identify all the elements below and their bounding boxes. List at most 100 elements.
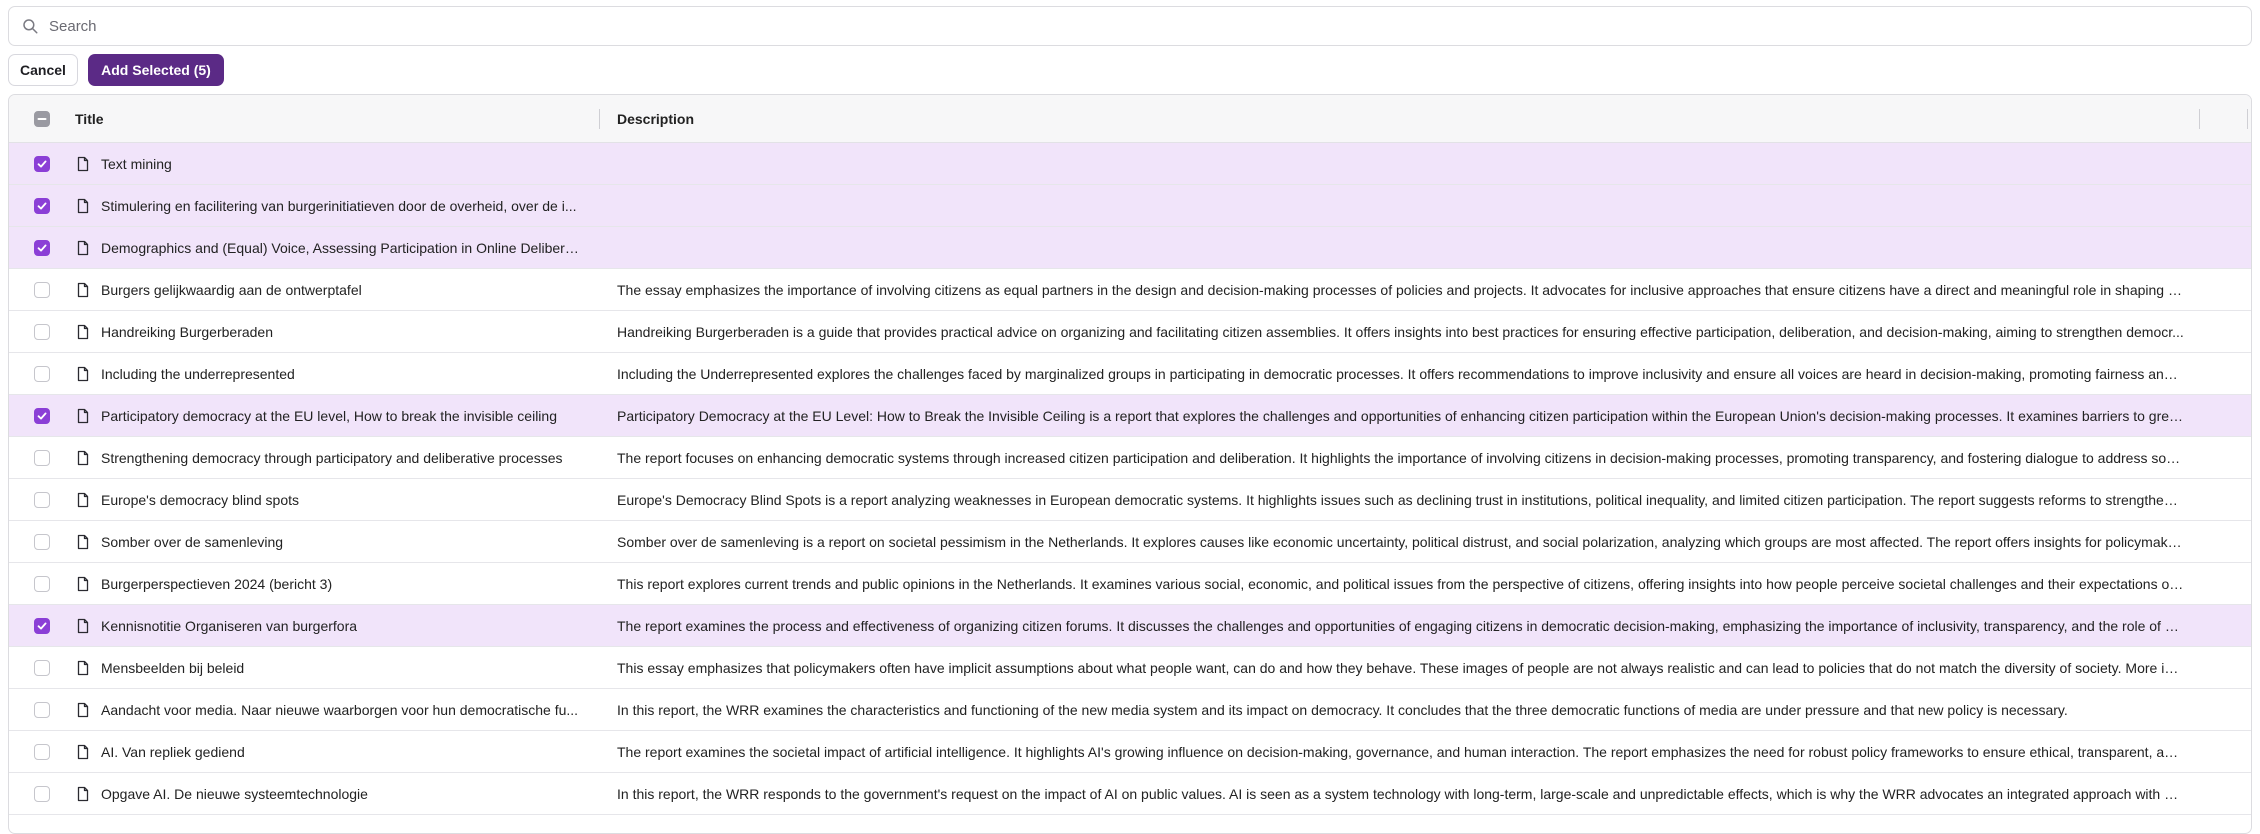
row-description: This essay emphasizes that policymakers …: [617, 659, 2199, 676]
check-icon: [37, 202, 47, 210]
row-title: Burgerperspectieven 2024 (bericht 3): [101, 575, 333, 592]
row-checkbox[interactable]: [34, 491, 50, 508]
row-checkbox[interactable]: [34, 785, 50, 802]
document-icon: [77, 324, 89, 339]
row-select-cell: [9, 395, 75, 436]
column-resize-handle-end[interactable]: [2247, 109, 2248, 129]
row-description: This report explores current trends and …: [617, 575, 2197, 592]
row-select-cell: [9, 689, 75, 730]
table-row[interactable]: Europe's democracy blind spots Europe's D…: [9, 479, 2251, 521]
document-icon: [77, 786, 89, 801]
row-title: Europe's democracy blind spots: [101, 491, 299, 508]
row-description: In this report, the WRR examines the cha…: [617, 701, 2068, 718]
table-row[interactable]: Aandacht voor media. Naar nieuwe waarbor…: [9, 689, 2251, 731]
row-select-cell: [9, 437, 75, 478]
table-row[interactable]: Burgerperspectieven 2024 (bericht 3) This…: [9, 563, 2251, 605]
column-resize-handle-description[interactable]: [2199, 109, 2200, 129]
title-cell: Opgave AI. De nieuwe systeemtechnologie: [75, 786, 599, 802]
row-checkbox[interactable]: [34, 155, 50, 172]
document-icon: [77, 702, 89, 717]
table-row[interactable]: Mensbeelden bij beleid This essay emphasi…: [9, 647, 2251, 689]
document-icon: [77, 198, 89, 213]
check-icon: [37, 412, 47, 420]
title-cell: Mensbeelden bij beleid: [75, 660, 599, 676]
row-checkbox[interactable]: [34, 533, 50, 550]
search-input[interactable]: [49, 17, 2251, 35]
row-title: Strengthening democracy through particip…: [101, 449, 563, 466]
title-cell: Somber over de samenleving: [75, 534, 599, 550]
row-checkbox[interactable]: [34, 197, 50, 214]
table-row[interactable]: Handreiking Burgerberaden Handreiking Bur…: [9, 311, 2251, 353]
title-cell: Burgerperspectieven 2024 (bericht 3): [75, 576, 599, 592]
table-row[interactable]: Including the underrepresented Including …: [9, 353, 2251, 395]
table-row[interactable]: Stimulering en facilitering van burgerin…: [9, 185, 2251, 227]
table-row[interactable]: Strengthening democracy through particip…: [9, 437, 2251, 479]
select-all-checkbox[interactable]: [34, 110, 50, 127]
table-row[interactable]: AI. Van repliek gediend The report examin…: [9, 731, 2251, 773]
documents-table: Title Description Text mining Stimulering…: [8, 94, 2252, 834]
check-icon: [37, 160, 47, 168]
document-icon: [77, 576, 89, 591]
row-description: In this report, the WRR responds to the …: [617, 785, 2200, 802]
table-row[interactable]: Text mining: [9, 143, 2251, 185]
table-row[interactable]: Participatory democracy at the EU level,…: [9, 395, 2251, 437]
document-icon: [77, 408, 89, 423]
row-checkbox[interactable]: [34, 617, 50, 634]
table-row[interactable]: Demographics and (Equal) Voice, Assessin…: [9, 227, 2251, 269]
document-icon: [77, 660, 89, 675]
table-row[interactable]: Burgers gelijkwaardig aan de ontwerptafe…: [9, 269, 2251, 311]
table-body: Text mining Stimulering en facilitering v…: [9, 143, 2251, 815]
search-bar[interactable]: [8, 6, 2252, 46]
row-description: The report examines the societal impact …: [617, 743, 2192, 760]
column-header-description-label: Description: [617, 110, 695, 127]
row-checkbox[interactable]: [34, 239, 50, 256]
row-title: Participatory democracy at the EU level,…: [101, 407, 557, 424]
row-checkbox[interactable]: [34, 365, 50, 382]
row-select-cell: [9, 143, 75, 184]
document-icon: [77, 366, 89, 381]
title-cell: Handreiking Burgerberaden: [75, 324, 599, 340]
title-cell: Text mining: [75, 156, 599, 172]
row-description: The essay emphasizes the importance of i…: [617, 281, 2206, 298]
check-icon: [37, 622, 47, 630]
row-select-cell: [9, 269, 75, 310]
title-cell: Aandacht voor media. Naar nieuwe waarbor…: [75, 702, 599, 718]
minus-icon: [37, 117, 47, 120]
column-resize-handle-title[interactable]: [599, 109, 600, 129]
column-header-description[interactable]: Description: [599, 95, 2251, 142]
document-icon: [77, 744, 89, 759]
row-checkbox[interactable]: [34, 281, 50, 298]
table-header: Title Description: [9, 95, 2251, 143]
row-title: Opgave AI. De nieuwe systeemtechnologie: [101, 785, 368, 802]
row-select-cell: [9, 311, 75, 352]
column-header-title[interactable]: Title: [75, 95, 599, 142]
row-title: Burgers gelijkwaardig aan de ontwerptafe…: [101, 281, 362, 298]
document-icon: [77, 450, 89, 465]
row-title: Text mining: [101, 155, 172, 172]
add-selected-button[interactable]: Add Selected (5): [88, 54, 224, 86]
document-icon: [77, 156, 89, 171]
check-icon: [37, 244, 47, 252]
row-checkbox[interactable]: [34, 407, 50, 424]
row-checkbox[interactable]: [34, 743, 50, 760]
row-select-cell: [9, 563, 75, 604]
row-checkbox[interactable]: [34, 323, 50, 340]
title-cell: Stimulering en facilitering van burgerin…: [75, 198, 599, 214]
row-description: Participatory Democracy at the EU Level:…: [617, 407, 2201, 424]
table-row[interactable]: Somber over de samenleving Somber over de…: [9, 521, 2251, 563]
row-checkbox[interactable]: [34, 449, 50, 466]
row-title: Kennisnotitie Organiseren van burgerfora: [101, 617, 358, 634]
row-checkbox[interactable]: [34, 701, 50, 718]
row-checkbox[interactable]: [34, 575, 50, 592]
cancel-button[interactable]: Cancel: [8, 54, 78, 86]
document-icon: [77, 240, 89, 255]
row-checkbox[interactable]: [34, 659, 50, 676]
row-select-cell: [9, 185, 75, 226]
table-row[interactable]: Kennisnotitie Organiseren van burgerfora…: [9, 605, 2251, 647]
row-description: The report focuses on enhancing democrat…: [617, 449, 2188, 466]
title-cell: Participatory democracy at the EU level,…: [75, 408, 599, 424]
row-title: Handreiking Burgerberaden: [101, 323, 273, 340]
table-row[interactable]: Opgave AI. De nieuwe systeemtechnologie I…: [9, 773, 2251, 815]
row-title: Somber over de samenleving: [101, 533, 284, 550]
row-description: Handreiking Burgerberaden is a guide tha…: [617, 323, 2184, 340]
